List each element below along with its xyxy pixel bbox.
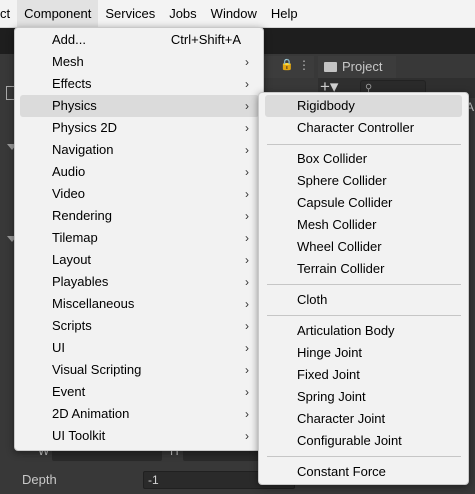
menu-item-effects[interactable]: Effects › — [20, 73, 259, 95]
menu-item-2d-animation[interactable]: 2D Animation › — [20, 403, 259, 425]
menu-item-add[interactable]: Add... Ctrl+Shift+A — [20, 29, 259, 51]
menu-item-terrain-collider[interactable]: Terrain Collider — [265, 258, 462, 280]
menu-item-label: Video — [52, 186, 86, 201]
menu-item-help[interactable]: Help — [264, 0, 305, 28]
menu-item-cloth[interactable]: Cloth — [265, 289, 462, 311]
menu-item-label: Add... — [52, 32, 86, 47]
chevron-right-icon: › — [245, 319, 249, 333]
menu-item-physics[interactable]: Physics › — [20, 95, 259, 117]
menu-item-configurable-joint[interactable]: Configurable Joint — [265, 430, 462, 452]
menu-item-navigation[interactable]: Navigation › — [20, 139, 259, 161]
menu-separator — [267, 144, 461, 145]
menu-item-label: Event — [52, 384, 86, 399]
menu-item-tilemap[interactable]: Tilemap › — [20, 227, 259, 249]
menu-item-scripts[interactable]: Scripts › — [20, 315, 259, 337]
menu-item-hinge-joint[interactable]: Hinge Joint — [265, 342, 462, 364]
tab-project-label: Project — [342, 59, 383, 74]
menu-item-visual-scripting[interactable]: Visual Scripting › — [20, 359, 259, 381]
menu-item-label: UI — [52, 340, 65, 355]
tab-project[interactable]: Project — [318, 56, 396, 78]
chevron-right-icon: › — [245, 231, 249, 245]
menu-item-label: Layout — [52, 252, 92, 267]
menu-item-rendering[interactable]: Rendering › — [20, 205, 259, 227]
menu-item-character-joint[interactable]: Character Joint — [265, 408, 462, 430]
menu-item-spring-joint[interactable]: Spring Joint — [265, 386, 462, 408]
menu-item-label: Physics — [52, 98, 97, 113]
chevron-right-icon: › — [245, 77, 249, 91]
folder-icon — [324, 62, 337, 72]
menu-item-video[interactable]: Video › — [20, 183, 259, 205]
menu-item-edit-partial[interactable]: ct — [0, 0, 17, 28]
menu-item-label: Scripts — [52, 318, 92, 333]
menu-item-mesh[interactable]: Mesh › — [20, 51, 259, 73]
chevron-right-icon: › — [245, 165, 249, 179]
menu-item-articulation-body[interactable]: Articulation Body — [265, 320, 462, 342]
chevron-right-icon: › — [245, 121, 249, 135]
menu-separator — [267, 284, 461, 285]
menu-item-layout[interactable]: Layout › — [20, 249, 259, 271]
chevron-right-icon: › — [245, 275, 249, 289]
depth-label: Depth — [22, 472, 57, 487]
menu-item-event[interactable]: Event › — [20, 381, 259, 403]
chevron-right-icon: › — [245, 209, 249, 223]
menu-item-label: Visual Scripting — [52, 362, 142, 377]
menu-item-component[interactable]: Component — [17, 0, 99, 28]
chevron-right-icon: › — [245, 341, 249, 355]
menu-item-label: UI Toolkit — [52, 428, 106, 443]
chevron-right-icon: › — [245, 187, 249, 201]
menu-item-miscellaneous[interactable]: Miscellaneous › — [20, 293, 259, 315]
menu-item-ui-toolkit[interactable]: UI Toolkit › — [20, 425, 259, 447]
menu-item-playables[interactable]: Playables › — [20, 271, 259, 293]
menu-bar: ct Component Services Jobs Window Help — [0, 0, 475, 28]
menu-item-rigidbody[interactable]: Rigidbody — [265, 95, 462, 117]
chevron-right-icon: › — [245, 253, 249, 267]
chevron-right-icon: › — [245, 429, 249, 443]
menu-item-constant-force[interactable]: Constant Force — [265, 461, 462, 483]
menu-item-jobs[interactable]: Jobs — [162, 0, 203, 28]
menu-item-wheel-collider[interactable]: Wheel Collider — [265, 236, 462, 258]
menu-item-ui[interactable]: UI › — [20, 337, 259, 359]
menu-item-label: Physics 2D — [52, 120, 118, 135]
menu-item-label: Navigation — [52, 142, 114, 157]
chevron-right-icon: › — [245, 407, 249, 421]
chevron-right-icon: › — [245, 385, 249, 399]
menu-item-audio[interactable]: Audio › — [20, 161, 259, 183]
menu-item-label: 2D Animation — [52, 406, 130, 421]
shortcut-label: Ctrl+Shift+A — [170, 32, 241, 47]
menu-item-services[interactable]: Services — [98, 0, 162, 28]
menu-item-capsule-collider[interactable]: Capsule Collider — [265, 192, 462, 214]
menu-item-window[interactable]: Window — [204, 0, 264, 28]
physics-submenu: Rigidbody Character Controller Box Colli… — [258, 92, 469, 485]
menu-item-label: Tilemap — [52, 230, 98, 245]
component-menu: Add... Ctrl+Shift+A Mesh › Effects › Physi… — [14, 27, 264, 451]
chevron-right-icon: › — [245, 55, 249, 69]
menu-item-label: Miscellaneous — [52, 296, 135, 311]
menu-item-label: Mesh — [52, 54, 84, 69]
chevron-right-icon: › — [245, 143, 249, 157]
menu-item-fixed-joint[interactable]: Fixed Joint — [265, 364, 462, 386]
menu-item-label: Playables — [52, 274, 109, 289]
lock-icon[interactable]: 🔒 — [280, 58, 294, 71]
menu-separator — [267, 315, 461, 316]
chevron-right-icon: › — [245, 363, 249, 377]
menu-item-label: Effects — [52, 76, 92, 91]
menu-item-sphere-collider[interactable]: Sphere Collider — [265, 170, 462, 192]
more-options-icon[interactable]: ⋮ — [298, 58, 310, 72]
chevron-right-icon: › — [245, 99, 249, 113]
menu-separator — [267, 456, 461, 457]
chevron-right-icon: › — [245, 297, 249, 311]
menu-item-mesh-collider[interactable]: Mesh Collider — [265, 214, 462, 236]
menu-item-character-controller[interactable]: Character Controller — [265, 117, 462, 139]
menu-item-physics-2d[interactable]: Physics 2D › — [20, 117, 259, 139]
menu-item-label: Audio — [52, 164, 86, 179]
menu-item-label: Rendering — [52, 208, 112, 223]
menu-item-box-collider[interactable]: Box Collider — [265, 148, 462, 170]
